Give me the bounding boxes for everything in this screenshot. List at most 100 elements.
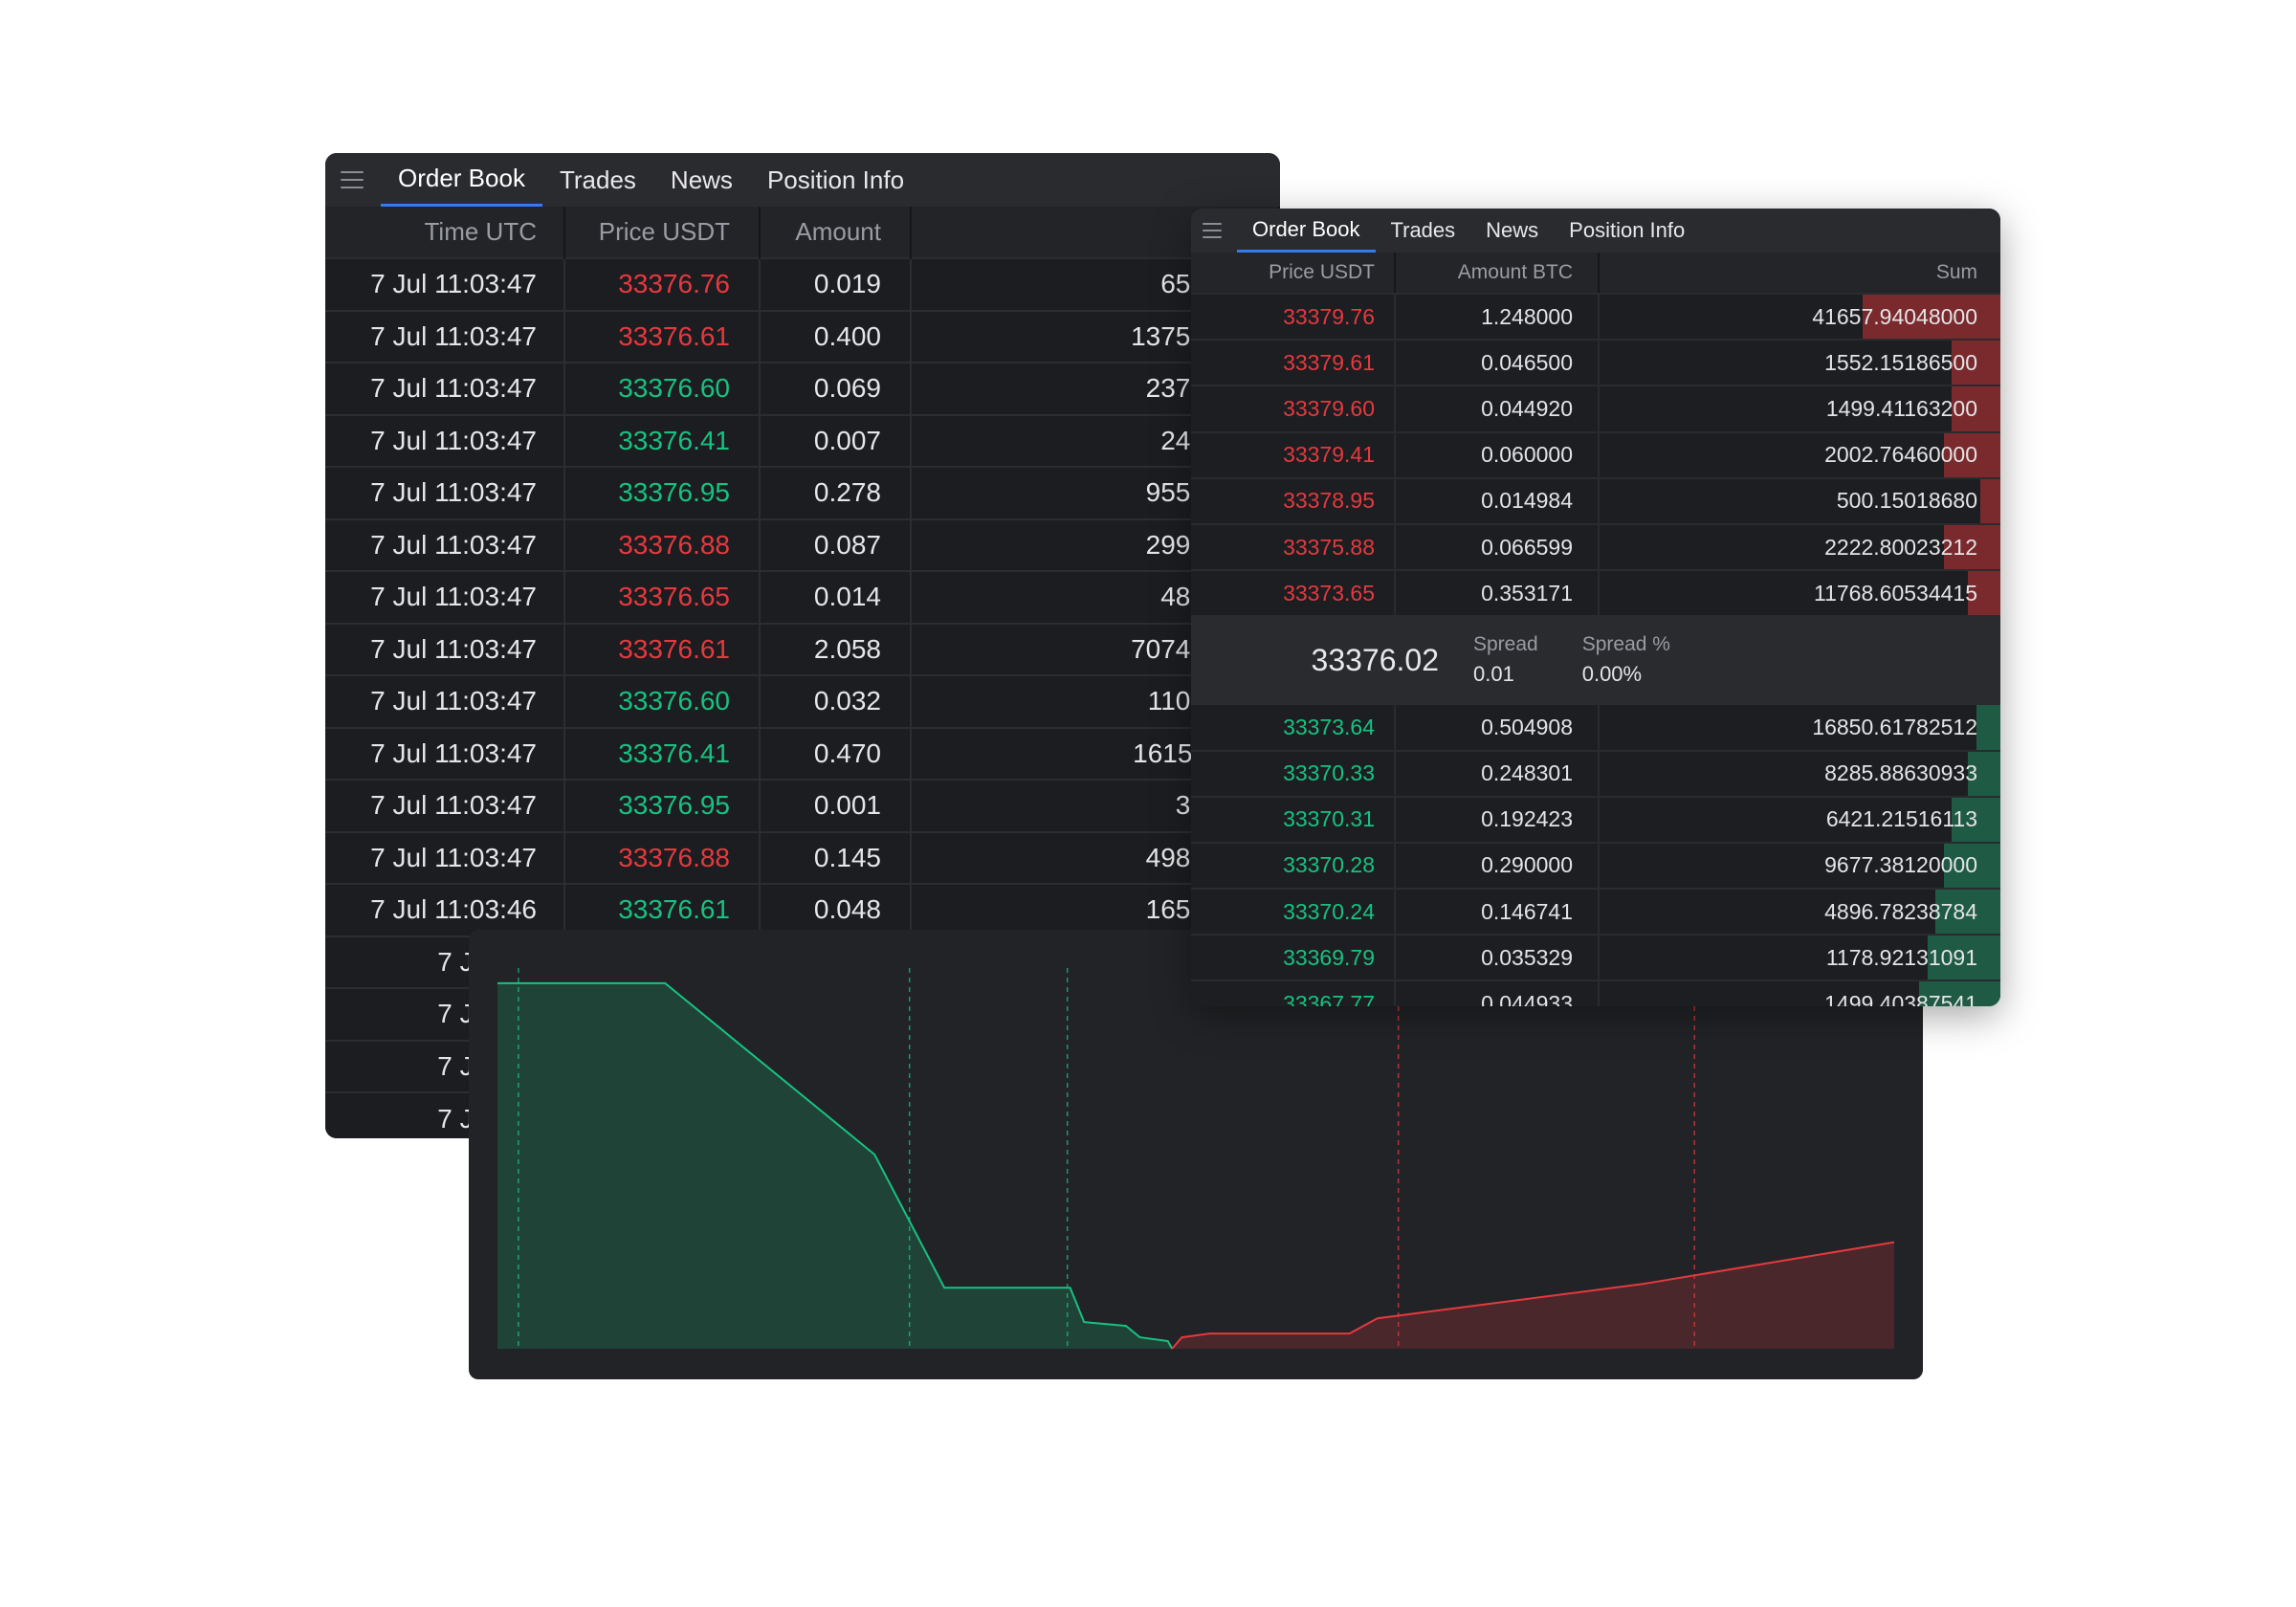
trade-amount: 0.001 [760, 779, 912, 832]
trade-time: 7 Jul 11:03:47 [325, 674, 565, 728]
ask-row[interactable]: 33379.76 1.248000 41657.94048000 [1191, 293, 2000, 340]
book-sum: 1499.40387541 [1824, 991, 1977, 1006]
book-price: 33375.88 [1191, 524, 1396, 570]
tab-position-info[interactable]: Position Info [750, 153, 921, 207]
bid-row[interactable]: 33370.28 0.290000 9677.38120000 [1191, 841, 2000, 889]
column-header-price[interactable]: Price USDT [1191, 253, 1396, 293]
table-row[interactable]: 7 Jul 11:03:4733376.600.0692372.1696 [325, 362, 1280, 415]
ask-row[interactable]: 33379.61 0.046500 1552.15186500 [1191, 339, 2000, 385]
tab-news[interactable]: News [653, 153, 750, 207]
trade-amount: 2.058 [760, 622, 912, 675]
tab-position-info[interactable]: Position Info [1554, 209, 1700, 253]
trades-header-row: Time UTC Price USDT Amount Total [325, 207, 1280, 258]
trade-price: 33376.76 [564, 257, 761, 311]
spread-value: 0.01 [1473, 662, 1514, 687]
table-row[interactable]: 7 Jul 11:03:4733376.410.47016157.6411 [325, 726, 1280, 780]
trade-time: 7 Jul 11:03:47 [325, 517, 565, 571]
trade-amount: 0.145 [760, 830, 912, 884]
ask-row[interactable]: 33379.60 0.044920 1499.41163200 [1191, 385, 2000, 431]
book-price: 33370.28 [1191, 843, 1396, 889]
trade-price: 33376.95 [564, 779, 761, 832]
trade-price: 33376.88 [564, 517, 761, 571]
trade-price: 33376.95 [564, 466, 761, 519]
book-sum: 1178.92131091 [1825, 944, 1977, 970]
ask-row[interactable]: 33375.88 0.066599 2222.80023212 [1191, 522, 2000, 570]
tab-trades[interactable]: Trades [1376, 209, 1471, 253]
tab-order-book[interactable]: Order Book [381, 153, 542, 207]
bid-row[interactable]: 33367.77 0.044933 1499.40387541 [1191, 980, 2000, 1006]
ask-row[interactable]: 33378.95 0.014984 500.15018680 [1191, 476, 2000, 523]
trade-time: 7 Jul 11:03:47 [325, 830, 565, 884]
hamburger-menu-icon[interactable] [341, 153, 364, 207]
trade-amount: 0.048 [760, 883, 912, 936]
book-amount: 0.504908 [1396, 705, 1600, 750]
column-header-amount[interactable]: Amount [760, 207, 912, 258]
trade-amount: 0.032 [760, 674, 912, 728]
book-sum: 1552.15186500 [1824, 349, 1977, 375]
book-amount: 0.146741 [1396, 890, 1600, 935]
tab-news[interactable]: News [1470, 209, 1554, 253]
table-row[interactable]: 7 Jul 11:03:4733376.600.0321100.1030 [325, 674, 1280, 728]
table-row[interactable]: 7 Jul 11:03:4733376.950.2789557.1479 [325, 466, 1280, 519]
table-row[interactable]: 7 Jul 11:03:4733376.610.40013751.7040 [325, 309, 1280, 363]
bid-row[interactable]: 33373.64 0.504908 16850.61782512 [1191, 703, 2000, 750]
bid-row[interactable]: 33369.79 0.035329 1178.92131091 [1191, 934, 2000, 980]
trade-time: 7 Jul 11:03:47 [325, 362, 565, 415]
bid-row[interactable]: 33370.31 0.192423 6421.21516113 [1191, 795, 2000, 842]
trade-price: 33376.65 [564, 570, 761, 624]
trade-time: 7 Jul 11:03:47 [325, 622, 565, 675]
book-sum: 6421.21516113 [1825, 806, 1977, 832]
book-amount: 0.046500 [1396, 341, 1600, 385]
spread-label: Spread [1473, 633, 1538, 656]
table-row[interactable]: 7 Jul 11:03:4733376.880.1454984.7070 [325, 830, 1280, 884]
bid-row[interactable]: 33370.24 0.146741 4896.78238784 [1191, 888, 2000, 935]
book-amount: 0.044933 [1396, 981, 1600, 1006]
column-header-sum[interactable]: Sum [1600, 253, 2000, 293]
book-header-row: Price USDT Amount BTC Sum [1191, 253, 2000, 293]
book-sum: 41657.94048000 [1812, 303, 1977, 329]
ask-row[interactable]: 33379.41 0.060000 2002.76460000 [1191, 430, 2000, 477]
trade-price: 33376.41 [564, 726, 761, 780]
bid-row[interactable]: 33370.33 0.248301 8285.88630933 [1191, 749, 2000, 796]
bids-list: 33373.64 0.504908 16850.61782512 33370.33 0.… [1191, 703, 2000, 1006]
table-row[interactable]: 7 Jul 11:03:4733376.612.05870748.4628 [325, 622, 1280, 675]
trade-amount: 0.087 [760, 517, 912, 571]
hamburger-menu-icon[interactable] [1203, 209, 1222, 253]
trade-amount: 0.470 [760, 726, 912, 780]
trade-price: 33376.61 [564, 309, 761, 363]
table-row[interactable]: 7 Jul 11:03:4733376.950.00134.3773 [325, 779, 1280, 832]
book-amount: 0.290000 [1396, 843, 1600, 889]
book-sum: 2002.76460000 [1824, 442, 1977, 468]
table-row[interactable]: 7 Jul 11:03:4633376.610.0481650.1075 [325, 883, 1280, 936]
book-price: 33379.76 [1191, 295, 1396, 340]
tab-trades[interactable]: Trades [542, 153, 653, 207]
column-header-time[interactable]: Time UTC [325, 207, 565, 258]
tab-order-book[interactable]: Order Book [1237, 209, 1376, 253]
trades-tabbar: Order Book Trades News Position Info [325, 153, 1280, 207]
book-sum: 2222.80023212 [1824, 534, 1977, 560]
trade-price: 33376.61 [564, 883, 761, 936]
book-amount: 0.060000 [1396, 432, 1600, 477]
book-amount: 0.044920 [1396, 386, 1600, 431]
trade-time: 7 Jul 11:03:47 [325, 466, 565, 519]
spread-pct-label: Spread % [1581, 633, 1670, 656]
trade-price: 33376.61 [564, 622, 761, 675]
trade-price: 33376.88 [564, 830, 761, 884]
book-price: 33370.31 [1191, 797, 1396, 842]
table-row[interactable]: 7 Jul 11:03:4733376.410.007240.6483 [325, 413, 1280, 467]
book-tabbar: Order Book Trades News Position Info [1191, 209, 2000, 253]
trade-amount: 0.069 [760, 362, 912, 415]
trade-time: 7 Jul 11:03:47 [325, 413, 565, 467]
spread-pct-block: Spread % 0.00% [1582, 633, 1670, 687]
ask-row[interactable]: 33373.65 0.353171 11768.60534415 [1191, 569, 2000, 616]
book-amount: 0.035329 [1396, 936, 1600, 980]
table-row[interactable]: 7 Jul 11:03:4733376.880.0872990.9051 [325, 517, 1280, 571]
column-header-amount[interactable]: Amount BTC [1396, 253, 1600, 293]
column-header-price[interactable]: Price USDT [564, 207, 761, 258]
trade-price: 33376.60 [564, 674, 761, 728]
book-price: 33370.24 [1191, 890, 1396, 935]
spread-block: Spread 0.01 [1473, 633, 1538, 687]
book-price: 33367.77 [1191, 981, 1396, 1006]
table-row[interactable]: 7 Jul 11:03:4733376.650.014481.2913 [325, 570, 1280, 624]
table-row[interactable]: 7 Jul 11:03:4733376.760.019653.2048 [325, 257, 1280, 311]
